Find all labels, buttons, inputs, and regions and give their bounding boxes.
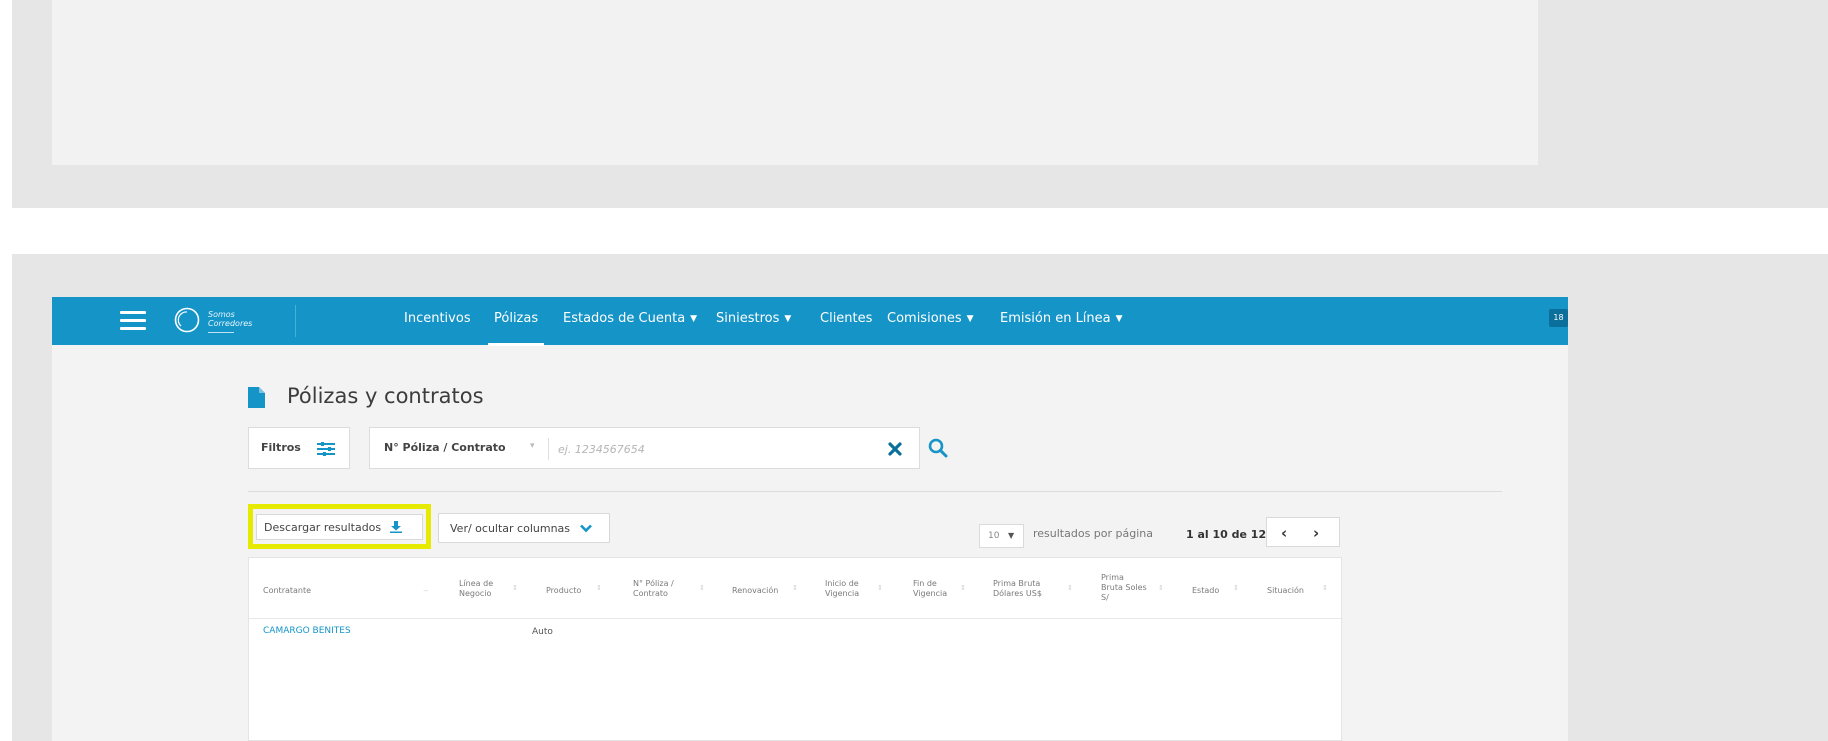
app-window: Somos Corredores Incentivos Pólizas Esta…: [52, 297, 1568, 741]
producto-cell: Auto: [532, 627, 553, 637]
nav-item-label: Estados de Cuenta: [563, 311, 686, 326]
column-header-inicio-vigencia[interactable]: Inicio de Vigencia: [825, 579, 859, 599]
download-icon: [389, 521, 402, 533]
brand-underline: [208, 332, 234, 333]
sort-icon[interactable]: −: [423, 587, 429, 595]
chevron-down-icon: [579, 524, 592, 533]
contratante-link[interactable]: CAMARGO BENITES: [263, 626, 351, 636]
column-header-numero-poliza[interactable]: N° Póliza / Contrato: [633, 579, 674, 599]
sort-icon[interactable]: ⇕: [877, 584, 883, 592]
results-per-page-value: 10: [988, 531, 1000, 541]
sort-icon[interactable]: ⇕: [960, 584, 966, 592]
menu-icon[interactable]: [120, 311, 146, 331]
column-header-contratante[interactable]: Contratante: [263, 586, 311, 596]
sort-icon[interactable]: ⇕: [596, 584, 602, 592]
column-header-producto[interactable]: Producto: [546, 586, 581, 596]
column-header-prima-dolares[interactable]: Prima Bruta Dólares US$: [993, 579, 1042, 599]
column-header-prima-soles[interactable]: Prima Bruta Soles S/: [1101, 573, 1147, 603]
nav-divider: [295, 305, 296, 337]
close-icon[interactable]: [888, 442, 902, 456]
policies-table: Contratante − Línea de Negocio ⇕ Product…: [248, 557, 1343, 741]
nav-item-siniestros[interactable]: Siniestros ▼: [716, 311, 791, 326]
sort-icon[interactable]: ⇕: [512, 584, 518, 592]
nav-item-emision-en-linea[interactable]: Emisión en Línea ▼: [1000, 311, 1123, 326]
nav-item-label: Siniestros: [716, 311, 780, 326]
nav-item-label: Pólizas: [494, 311, 539, 326]
sort-icon[interactable]: ⇕: [1067, 584, 1073, 592]
filters-button[interactable]: Filtros: [248, 427, 350, 469]
download-results-label: Descargar resultados: [264, 521, 382, 534]
search-icon[interactable]: [928, 438, 948, 458]
nav-item-polizas[interactable]: Pólizas: [487, 311, 545, 346]
prev-page-button[interactable]: ‹: [1281, 524, 1287, 542]
search-box: N° Póliza / Contrato ▾: [369, 427, 920, 469]
chevron-down-icon[interactable]: ▾: [530, 441, 535, 451]
sliders-icon: [317, 442, 335, 456]
results-per-page-select[interactable]: 10 ▼: [979, 524, 1024, 548]
brand-name[interactable]: Somos Corredores: [208, 310, 252, 328]
pagination-controls: ‹ ›: [1266, 517, 1340, 547]
top-panel: [52, 0, 1538, 165]
search-type-dropdown[interactable]: N° Póliza / Contrato: [384, 441, 506, 454]
brand-line-2: Corredores: [208, 319, 253, 328]
column-header-renovacion[interactable]: Renovación: [732, 586, 778, 596]
nav-item-incentivos[interactable]: Incentivos: [404, 311, 471, 326]
nav-item-label: Clientes: [820, 311, 873, 326]
search-input[interactable]: [558, 438, 888, 460]
results-per-page-label: resultados por página: [1033, 527, 1154, 540]
nav-item-clientes[interactable]: Clientes: [820, 311, 872, 326]
sort-icon[interactable]: ⇕: [1322, 584, 1328, 592]
next-page-button[interactable]: ›: [1313, 524, 1319, 542]
sort-icon[interactable]: ⇕: [1158, 584, 1164, 592]
sort-icon[interactable]: ⇕: [792, 584, 798, 592]
toggle-columns-label: Ver/ ocultar columnas: [450, 522, 571, 535]
nav-item-label: Comisiones: [887, 311, 962, 326]
document-icon: [248, 387, 265, 408]
top-navbar: Somos Corredores Incentivos Pólizas Esta…: [52, 297, 1568, 346]
nav-item-label: Emisión en Línea: [1000, 311, 1111, 326]
toggle-columns-button[interactable]: Ver/ ocultar columnas: [438, 513, 610, 543]
caret-down-icon: ▼: [1008, 531, 1015, 540]
brand-logo-icon[interactable]: [174, 307, 200, 333]
nav-item-comisiones[interactable]: Comisiones ▼: [887, 311, 974, 326]
table-header-divider: [249, 618, 1343, 619]
nav-item-label: Incentivos: [404, 311, 471, 326]
filters-label: Filtros: [261, 441, 301, 454]
column-header-estado[interactable]: Estado: [1192, 586, 1219, 596]
sort-icon[interactable]: ⇕: [699, 584, 705, 592]
column-header-fin-vigencia[interactable]: Fin de Vigencia: [913, 579, 947, 599]
caret-down-icon: ▼: [966, 314, 974, 324]
column-header-situacion[interactable]: Situación: [1267, 586, 1304, 596]
pagination-info: 1 al 10 de 12: [1186, 528, 1267, 541]
page-title: Pólizas y contratos: [287, 384, 484, 408]
caret-down-icon: ▼: [1115, 314, 1123, 324]
download-results-button[interactable]: Descargar resultados: [256, 514, 423, 540]
search-separator: [548, 438, 549, 460]
divider: [248, 491, 1502, 492]
column-header-linea-negocio[interactable]: Línea de Negocio: [459, 579, 493, 599]
nav-item-estados-de-cuenta[interactable]: Estados de Cuenta ▼: [563, 311, 697, 326]
caret-down-icon: ▼: [784, 314, 792, 324]
brand-line-1: Somos: [208, 310, 235, 319]
caret-down-icon: ▼: [690, 314, 698, 324]
notification-badge[interactable]: 18: [1549, 309, 1568, 327]
sort-icon[interactable]: ⇕: [1233, 584, 1239, 592]
